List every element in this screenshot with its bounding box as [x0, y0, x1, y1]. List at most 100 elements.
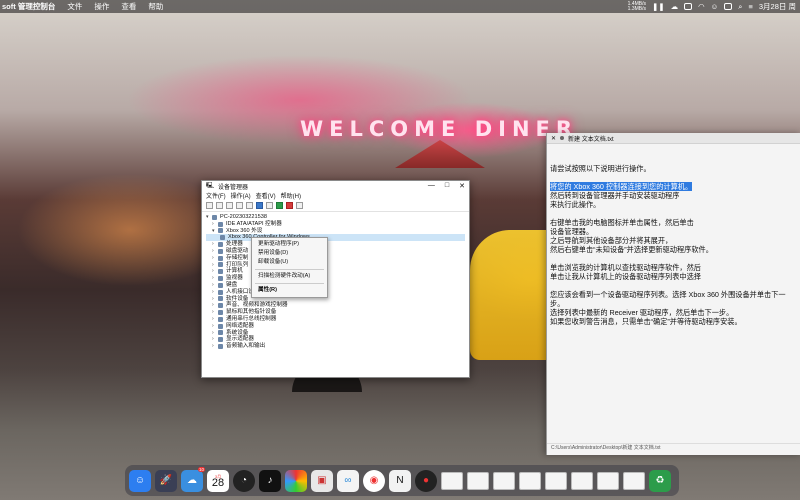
back-icon[interactable]	[206, 202, 213, 209]
tree-item[interactable]: › 音频输入和输出	[206, 343, 465, 350]
unsaved-dot-icon	[560, 136, 565, 140]
notes-icon[interactable]: N	[389, 469, 411, 492]
tree-root[interactable]: ▾ PC-202303221538	[206, 214, 465, 221]
maximize-button[interactable]: □	[445, 182, 449, 190]
device-icon	[218, 310, 223, 316]
net-down: 1.3MB/s	[627, 5, 646, 12]
device-icon	[218, 330, 223, 336]
control-center-icon[interactable]: ≡	[749, 2, 753, 11]
menu-help[interactable]: 帮助	[142, 1, 169, 12]
tree-item[interactable]: › 键盘	[206, 282, 465, 289]
wifi-icon[interactable]: ◠	[698, 2, 705, 11]
close-tab-icon[interactable]: ✕	[551, 135, 556, 142]
finder-icon[interactable]: ☺	[129, 469, 151, 492]
ctx-scan-hardware[interactable]: 扫描检测硬件改动(A)	[252, 272, 327, 281]
device-manager-toolbar	[202, 200, 469, 212]
baidu-netdisk-icon[interactable]: ∞	[337, 469, 359, 492]
text-line: 您应该会看到一个设备驱动程序列表。选择 Xbox 360 外围设备并单击下一步。	[550, 290, 786, 308]
tree-item[interactable]: › 处理器	[206, 241, 465, 248]
tree-item-selected[interactable]: Xbox 360 Controller for Windows	[206, 234, 465, 242]
window-controls: — □ ✕	[428, 182, 465, 190]
device-icon	[218, 344, 223, 350]
dm-menu-file[interactable]: 文件(F)	[206, 191, 226, 200]
window-thumbnail[interactable]	[571, 471, 593, 490]
menu-view[interactable]: 查看	[115, 1, 142, 12]
tree-item[interactable]: › 网络适配器	[206, 323, 465, 330]
window-thumbnail[interactable]	[597, 471, 619, 490]
editor-text-area[interactable]: 请尝试按照以下说明进行操作。 将您的 Xbox 360 控制器连接到您的计算机。…	[547, 144, 800, 326]
update-driver-icon[interactable]	[256, 202, 263, 209]
menu-bar: soft 管理控制台 文件 操作 查看 帮助 1.4MB/s 1.3MB/s ❚…	[0, 0, 800, 13]
tiktok-icon[interactable]: ♪	[259, 469, 281, 492]
forward-icon[interactable]	[216, 202, 223, 209]
dm-menu-help[interactable]: 帮助(H)	[281, 191, 301, 200]
menu-separator	[255, 269, 324, 270]
pause-icon[interactable]: ❚❚	[652, 2, 665, 11]
app-name[interactable]: soft 管理控制台	[0, 1, 61, 12]
tree-item[interactable]: › 监视器	[206, 275, 465, 282]
ctx-disable-device[interactable]: 禁用设备(D)	[252, 249, 327, 258]
close-button[interactable]: ✕	[459, 182, 465, 190]
download-icon[interactable]	[296, 202, 303, 209]
uninstall-device-icon[interactable]	[286, 202, 293, 209]
window-thumbnail[interactable]	[467, 471, 489, 490]
tree-item-label: 音频输入和输出	[226, 343, 266, 350]
search-icon[interactable]: ⌕	[738, 2, 742, 12]
battery-icon[interactable]	[724, 3, 733, 10]
recycle-bin-icon[interactable]: ♻	[649, 469, 671, 492]
tree-item[interactable]: › 鼠标和其他指针设备	[206, 309, 465, 316]
tree-item-label: Xbox 360 外设	[226, 227, 263, 234]
chrome-icon[interactable]: ◉	[363, 469, 385, 492]
minimize-button[interactable]: —	[428, 182, 435, 190]
record-icon[interactable]: ●	[415, 469, 437, 492]
tree-item[interactable]: ▾ Xbox 360 外设	[206, 228, 465, 235]
help-icon[interactable]	[246, 202, 253, 209]
weather-icon[interactable]: ☁ 10	[181, 466, 205, 492]
device-manager-menu: 文件(F) 操作(A) 查看(V) 帮助(H)	[202, 191, 469, 200]
tree-item-label: 键盘	[226, 281, 238, 288]
menubar-date[interactable]: 3月28日 周	[759, 1, 796, 12]
calendar-icon[interactable]: 3月 28	[207, 469, 229, 492]
tree-item[interactable]: › 计算机	[206, 268, 465, 275]
window-thumbnail[interactable]	[545, 471, 567, 490]
menu-action[interactable]: 操作	[88, 1, 115, 12]
text-line: 来执行此操作。	[550, 200, 601, 209]
text-line: 如果您收到警告消息，只需单击“确定”并等待驱动程序安装。	[550, 317, 742, 326]
ctx-uninstall-device[interactable]: 卸载设备(U)	[252, 258, 327, 267]
scan-hardware-icon[interactable]	[266, 202, 273, 209]
dm-menu-view[interactable]: 查看(V)	[256, 191, 276, 200]
tree-item[interactable]: › 磁盘驱动	[206, 248, 465, 255]
menu-file[interactable]: 文件	[61, 1, 88, 12]
tree-item[interactable]: › 存储控制	[206, 255, 465, 262]
device-manager-titlebar: 🖳 设备管理器 — □ ✕	[202, 181, 469, 191]
tree-item[interactable]: › 通用串行总线控制器	[206, 316, 465, 323]
device-icon	[218, 242, 223, 248]
tree-item-label: 网络适配器	[226, 322, 254, 329]
enable-device-icon[interactable]	[276, 202, 283, 209]
device-manager-icon: 🖳	[206, 183, 215, 189]
window-thumbnail[interactable]	[441, 471, 463, 490]
editor-tab[interactable]: ✕ 新建 文本文档.txt	[547, 133, 800, 144]
photos-icon[interactable]	[285, 469, 307, 492]
tree-item[interactable]: › 打印队列	[206, 262, 465, 269]
text-line: 设备管理器。	[550, 227, 594, 236]
device-icon	[218, 289, 223, 295]
tree-view-icon[interactable]	[226, 202, 233, 209]
tree-item[interactable]: › 人机接口设备	[206, 289, 465, 296]
window-thumbnail[interactable]	[623, 471, 645, 490]
tree-item-label: 磁盘驱动	[226, 247, 249, 254]
cloud-icon[interactable]: ☁	[671, 2, 679, 11]
ctx-properties[interactable]: 属性(R)	[252, 286, 327, 295]
properties-icon[interactable]	[236, 202, 243, 209]
window-thumbnail[interactable]	[493, 471, 515, 490]
launchpad-icon[interactable]: 🚀	[155, 469, 177, 492]
window-icon[interactable]	[684, 3, 693, 10]
ctx-update-driver[interactable]: 更新驱动程序(P)	[252, 240, 327, 249]
window-thumbnail[interactable]	[519, 471, 541, 490]
clock-icon[interactable]: ◔	[233, 469, 255, 492]
user-icon[interactable]: ☺	[711, 2, 719, 11]
dm-menu-action[interactable]: 操作(A)	[231, 191, 251, 200]
text-line: 单击浏览我的计算机以查找驱动程序软件，然后	[550, 263, 701, 272]
app-icon[interactable]: ▣	[311, 469, 333, 492]
tree-item[interactable]: › IDE ATA/ATAPI 控制器	[206, 221, 465, 228]
